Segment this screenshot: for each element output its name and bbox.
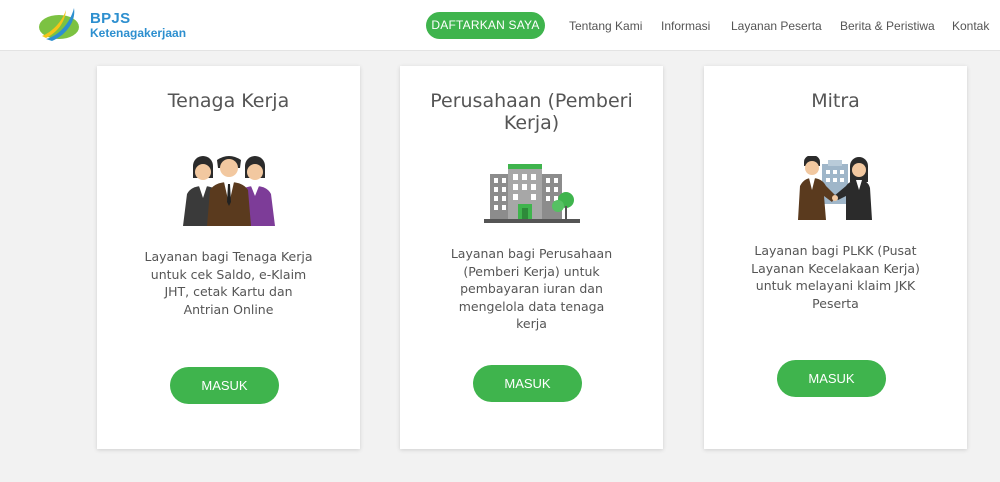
card-title: Mitra <box>811 90 860 112</box>
card-title: Perusahaan (Pemberi Kerja) <box>430 90 633 134</box>
card-perusahaan: Perusahaan (Pemberi Kerja) Layanan bagi … <box>400 66 663 449</box>
card-description: Layanan bagi Perusahaan (Pemberi Kerja) … <box>450 246 613 331</box>
masuk-button[interactable]: MASUK <box>777 360 886 397</box>
logo-sub-text: Ketenagakerjaan <box>90 26 187 40</box>
office-buildings-icon <box>484 164 580 223</box>
workers-group-icon <box>183 156 275 226</box>
top-header: BPJS Ketenagakerjaan DAFTARKAN SAYA Tent… <box>0 0 1000 51</box>
nav-layanan-peserta[interactable]: Layanan Peserta <box>731 19 822 33</box>
logo-brand-text: BPJS <box>90 10 131 27</box>
masuk-button[interactable]: MASUK <box>170 367 279 404</box>
register-button[interactable]: DAFTARKAN SAYA <box>426 12 545 39</box>
card-tenaga-kerja: Tenaga Kerja Layanan bagi Tenaga Kerja u… <box>97 66 360 449</box>
bpjs-swoosh-icon <box>39 8 79 41</box>
bpjs-logo[interactable]: BPJS Ketenagakerjaan <box>38 6 198 44</box>
card-description: Layanan bagi Tenaga Kerja untuk cek Sald… <box>144 249 313 317</box>
nav-berita-peristiwa[interactable]: Berita & Peristiwa <box>840 19 935 33</box>
nav-informasi[interactable]: Informasi <box>661 19 710 33</box>
partnership-handshake-icon <box>798 156 872 220</box>
masuk-button[interactable]: MASUK <box>473 365 582 402</box>
card-mitra: Mitra Layanan bagi PLKK (Pusat Layanan K… <box>704 66 967 449</box>
card-title: Tenaga Kerja <box>167 90 290 112</box>
nav-kontak[interactable]: Kontak <box>952 19 989 33</box>
card-description: Layanan bagi PLKK (Pusat Layanan Kecelak… <box>751 243 920 311</box>
nav-tentang-kami[interactable]: Tentang Kami <box>569 19 642 33</box>
